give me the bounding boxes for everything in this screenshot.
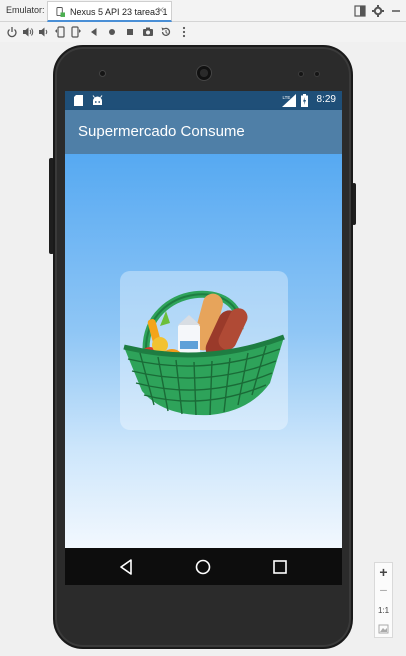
emulator-tab-label: Nexus 5 API 23 tarea3 1	[70, 7, 168, 17]
volume-up-icon[interactable]	[22, 26, 34, 38]
zoom-in-button[interactable]: +	[375, 564, 392, 582]
more-icon[interactable]	[178, 26, 190, 38]
snapshot-icon[interactable]	[160, 26, 172, 38]
grocery-basket-icon	[123, 290, 285, 416]
window-icon[interactable]	[354, 5, 366, 17]
navigation-bar	[65, 548, 342, 585]
signal-icon: LTE	[282, 94, 296, 107]
nav-overview-icon[interactable]	[270, 557, 290, 577]
home-icon[interactable]	[106, 26, 118, 38]
sensor-icon	[298, 71, 304, 77]
camera-icon[interactable]	[142, 26, 154, 38]
nav-back-icon[interactable]	[117, 557, 137, 577]
device-icon	[56, 7, 65, 17]
status-bar: LTE 8:29	[65, 91, 342, 110]
battery-icon	[301, 94, 308, 107]
android-icon	[92, 95, 103, 105]
minimize-icon[interactable]	[390, 5, 402, 17]
basket-logo	[120, 271, 288, 430]
app-bar: Supermercado Consume	[65, 110, 342, 154]
sensor-icon	[314, 71, 320, 77]
emulator-header: Emulator: Nexus 5 API 23 tarea3 1 ×	[0, 0, 406, 22]
speaker-icon	[196, 65, 212, 81]
rotate-left-icon[interactable]	[54, 26, 66, 38]
back-icon[interactable]	[88, 26, 100, 38]
zoom-out-button[interactable]: −	[375, 582, 392, 600]
main-content	[65, 154, 342, 548]
close-icon[interactable]: ×	[157, 5, 165, 16]
emulator-tab[interactable]: Nexus 5 API 23 tarea3 1 ×	[47, 1, 172, 22]
zoom-actual-size-button[interactable]: 1:1	[375, 602, 392, 620]
rotate-right-icon[interactable]	[70, 26, 82, 38]
overview-icon[interactable]	[124, 26, 136, 38]
emulator-label: Emulator:	[6, 5, 45, 15]
network-type-label: LTE	[283, 95, 291, 100]
power-icon[interactable]	[6, 26, 18, 38]
sd-card-icon	[74, 95, 83, 106]
gear-icon[interactable]	[372, 5, 384, 17]
nav-home-icon[interactable]	[193, 557, 213, 577]
emulator-toolbar	[0, 22, 406, 42]
device-screen[interactable]: LTE 8:29 Supermercado Consume	[65, 91, 342, 585]
zoom-controls: + − 1:1	[374, 562, 393, 638]
front-camera-icon	[99, 70, 106, 77]
app-title: Supermercado Consume	[78, 123, 245, 140]
volume-down-icon[interactable]	[38, 26, 50, 38]
status-time: 8:29	[316, 94, 336, 105]
fit-screen-icon[interactable]	[375, 620, 392, 638]
